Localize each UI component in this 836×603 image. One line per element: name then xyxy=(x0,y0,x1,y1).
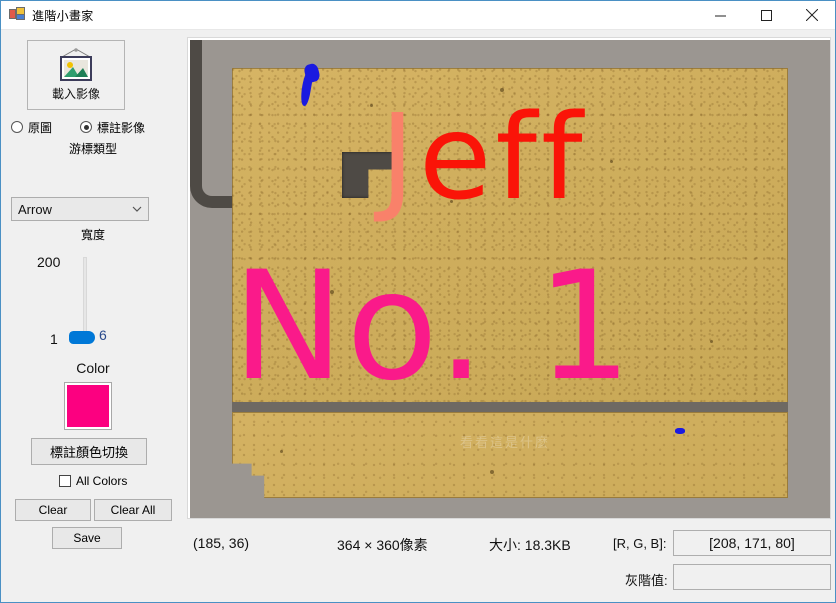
status-bar: (185, 36) 364 × 360像素 大小: 18.3KB [R, G, … xyxy=(187,525,833,595)
width-slider-value: 6 xyxy=(99,327,107,343)
radio-annotated-image[interactable]: 標註影像 xyxy=(80,119,145,136)
app-window: 進階小畫家 載入影像 原圖 標註影像 游標類型 Arrow 寬度 200 1 6… xyxy=(0,0,836,603)
close-icon[interactable] xyxy=(789,1,835,29)
title-bar: 進階小畫家 xyxy=(1,1,835,29)
width-slider[interactable]: 200 1 6 xyxy=(1,252,185,352)
load-image-button[interactable]: 載入影像 xyxy=(27,40,125,110)
color-swatch xyxy=(67,385,109,427)
pcb-board-top xyxy=(232,68,788,404)
width-label: 寬度 xyxy=(80,228,105,242)
width-slider-track[interactable] xyxy=(83,257,87,337)
all-colors-checkbox-row[interactable]: All Colors xyxy=(59,474,127,488)
all-colors-label: All Colors xyxy=(76,474,128,488)
image-filesize: 大小: 18.3KB xyxy=(489,537,571,553)
radio-original-image-label: 原圖 xyxy=(28,120,53,135)
maximize-icon[interactable] xyxy=(743,1,789,29)
cursor-type-label: 游標類型 xyxy=(68,142,117,156)
toggle-annotation-color-button[interactable]: 標註顏色切換 xyxy=(31,438,147,465)
clear-button[interactable]: Clear xyxy=(15,499,91,521)
image-canvas-frame[interactable]: Jeff No. 1 看看這是什麼 xyxy=(187,37,831,519)
radio-original-image[interactable]: 原圖 xyxy=(11,119,52,136)
width-slider-thumb[interactable] xyxy=(69,331,95,344)
cursor-type-selected-value: Arrow xyxy=(18,201,52,217)
grayscale-value-field[interactable] xyxy=(673,564,831,590)
image-canvas[interactable]: Jeff No. 1 看看這是什麼 xyxy=(190,40,830,518)
pcb-board-bottom xyxy=(232,412,788,498)
image-watermark: 看看這是什麼 xyxy=(460,435,551,450)
chevron-down-icon xyxy=(132,206,142,212)
color-swatch-button[interactable] xyxy=(64,382,112,430)
radio-annotated-image-label: 標註影像 xyxy=(97,120,146,135)
rgb-label: [R, G, B]: xyxy=(613,536,667,551)
save-button[interactable]: Save xyxy=(52,527,122,549)
app-panes-icon xyxy=(9,7,25,23)
color-label: Color xyxy=(76,360,110,376)
clear-all-button[interactable]: Clear All xyxy=(94,499,172,521)
picture-frame-icon xyxy=(60,48,92,81)
grayscale-label: 灰階值: xyxy=(625,573,668,588)
image-dimensions: 364 × 360像素 xyxy=(337,537,428,553)
load-image-label: 載入影像 xyxy=(51,87,100,101)
minimize-icon[interactable] xyxy=(697,1,743,29)
window-title: 進階小畫家 xyxy=(32,8,94,23)
annotation-blue-mark-c xyxy=(675,428,685,434)
cursor-coordinates: (185, 36) xyxy=(193,535,250,551)
cursor-type-dropdown[interactable]: Arrow xyxy=(11,197,149,221)
image-mode-radio-group: 原圖 標註影像 xyxy=(11,118,181,136)
rgb-value-field[interactable]: [208, 171, 80] xyxy=(673,530,831,556)
window-controls xyxy=(697,1,835,29)
all-colors-checkbox[interactable] xyxy=(59,475,71,487)
width-slider-max-label: 200 xyxy=(37,254,61,270)
width-slider-min-label: 1 xyxy=(50,331,58,347)
left-control-panel: 載入影像 原圖 標註影像 游標類型 Arrow 寬度 200 1 6 Color… xyxy=(1,30,185,602)
